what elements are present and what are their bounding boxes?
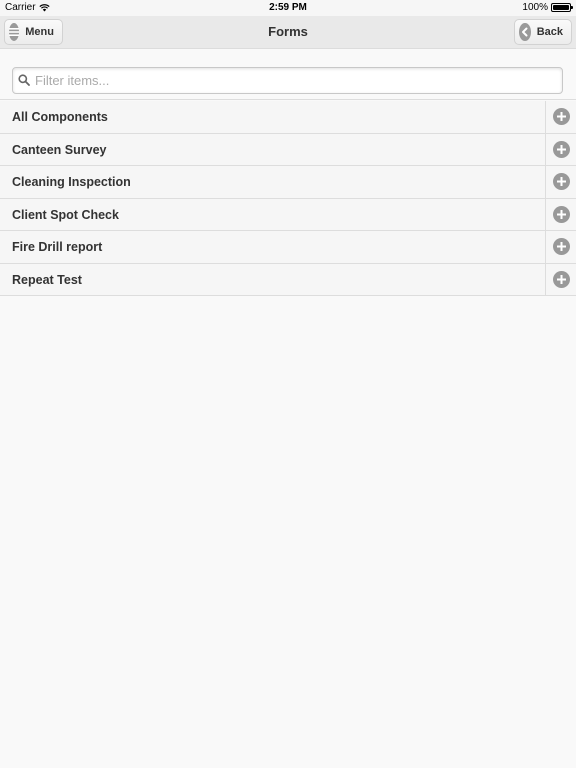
page-title: Forms [268,24,308,39]
back-button[interactable]: Back [514,19,572,45]
plus-circle-icon [552,238,570,256]
list-item-label: Cleaning Inspection [12,175,131,189]
list-item[interactable]: All Components [0,101,576,134]
plus-circle-icon [552,270,570,288]
forms-list: All Components Canteen Survey Cleaning I… [0,101,576,296]
status-time: 2:59 PM [269,2,307,13]
battery-status: 100% [522,2,573,13]
list-item[interactable]: Cleaning Inspection [0,166,576,199]
list-item[interactable]: Client Spot Check [0,198,576,231]
search-field[interactable] [12,67,563,94]
list-item[interactable]: Canteen Survey [0,133,576,166]
plus-circle-icon [552,108,570,126]
list-item-label: Repeat Test [12,272,82,287]
add-button[interactable] [545,101,576,133]
plus-circle-icon [552,205,570,223]
menu-button[interactable]: Menu [4,19,63,45]
nav-header: Forms Menu Back [0,16,576,49]
list-item-label: Canteen Survey [12,142,107,157]
status-bar: Carrier 2:59 PM 100% [0,0,576,16]
list-item[interactable]: Repeat Test [0,263,576,296]
battery-icon [551,3,573,12]
add-button[interactable] [545,198,576,230]
add-button[interactable] [545,263,576,295]
add-button[interactable] [545,166,576,198]
menu-button-label: Menu [25,26,54,38]
list-item-label: Fire Drill report [12,240,103,254]
menu-icon [9,23,20,41]
search-icon [18,74,30,86]
plus-circle-icon [552,140,570,158]
battery-percent: 100% [522,2,548,13]
search-bar [0,50,576,100]
search-input[interactable] [13,68,562,93]
plus-circle-icon [552,173,570,191]
list-item[interactable]: Fire Drill report [0,231,576,264]
back-button-label: Back [536,26,563,38]
back-arrow-icon [519,23,531,41]
add-button[interactable] [545,231,576,263]
add-button[interactable] [545,133,576,165]
list-item-label: Client Spot Check [12,207,119,222]
list-item-label: All Components [12,110,108,124]
